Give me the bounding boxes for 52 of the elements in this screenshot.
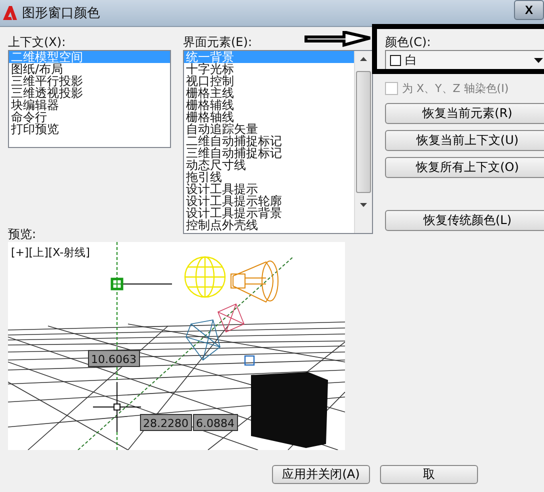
scroll-down-icon[interactable] xyxy=(360,203,367,207)
sphere-light-icon xyxy=(184,256,226,298)
list-item[interactable]: 打印预览 xyxy=(9,123,170,135)
restore-button[interactable]: 恢复当前上下文(U) xyxy=(385,130,544,151)
color-dropdown[interactable]: 白 xyxy=(385,50,544,70)
caret-icon xyxy=(534,58,543,62)
window-title: 图形窗口颜色 xyxy=(22,5,101,22)
list-item[interactable]: 设计工具提示轮廓 xyxy=(184,195,354,207)
app-logo-icon xyxy=(2,5,18,21)
list-item[interactable]: 自动追踪矢量 xyxy=(184,123,354,135)
grip-icon xyxy=(244,355,255,366)
list-item[interactable]: 控制点外壳线 xyxy=(184,219,354,231)
restore-button[interactable]: 恢复所有上下文(O) xyxy=(385,157,544,178)
dimension-value: 10.6063 xyxy=(88,350,140,367)
list-item[interactable]: 图纸/布局 xyxy=(9,63,170,75)
list-item[interactable]: 动态尺寸线 xyxy=(184,159,354,171)
camera-drawing xyxy=(186,303,245,361)
grip-drawing xyxy=(110,278,172,290)
color-label: 颜色(C): xyxy=(385,35,431,50)
color-swatch-icon xyxy=(390,54,401,66)
list-item[interactable]: 设计工具提示背景 xyxy=(184,207,354,219)
list-item[interactable]: 设计工具提示 xyxy=(184,183,354,195)
crosshair-icon xyxy=(92,382,142,432)
restore-button[interactable]: 恢复当前元素(R) xyxy=(385,103,544,124)
checkbox-label: 为 X、Y、Z 轴染色(I) xyxy=(402,80,509,96)
list-item[interactable]: 视口控制 xyxy=(184,75,354,87)
context-label: 上下文(X): xyxy=(8,35,66,50)
dimension-value: 28.2280 xyxy=(140,414,192,431)
interface-elements-label: 界面元素(E): xyxy=(183,35,252,50)
restore-button[interactable]: 恢复传统颜色(L) xyxy=(385,210,544,231)
annotation-arrow xyxy=(304,31,372,47)
preview-label: 预览: xyxy=(8,227,38,242)
list-item[interactable]: 块编辑器 xyxy=(9,99,170,111)
close-button[interactable]: X xyxy=(514,0,544,20)
dimension-value: 6.0884 xyxy=(193,414,238,431)
list-item[interactable]: 栅格轴线 xyxy=(184,111,354,123)
list-item[interactable]: 栅格主线 xyxy=(184,87,354,99)
scroll-thumb[interactable] xyxy=(356,71,371,193)
list-item[interactable]: 三维自动捕捉标记 xyxy=(184,147,354,159)
list-item[interactable]: 拖引线 xyxy=(184,171,354,183)
list-item[interactable]: 二维自动捕捉标记 xyxy=(184,135,354,147)
viewport-label[interactable]: [+][上][X-射线] xyxy=(11,245,90,260)
scrollbar[interactable] xyxy=(354,51,372,233)
list-item[interactable]: 三维透视投影 xyxy=(9,87,170,99)
list-item[interactable]: 三维平行投影 xyxy=(9,75,170,87)
list-item[interactable]: 命令行 xyxy=(9,111,170,123)
dialog-button[interactable]: 应用并关闭(A) xyxy=(272,465,370,484)
scroll-up-icon[interactable] xyxy=(360,57,367,61)
list-item[interactable]: 栅格辅线 xyxy=(184,99,354,111)
spotlight-icon xyxy=(230,260,278,302)
list-item[interactable]: 十字光标 xyxy=(184,63,354,75)
dialog-button[interactable]: 取 xyxy=(380,465,478,484)
